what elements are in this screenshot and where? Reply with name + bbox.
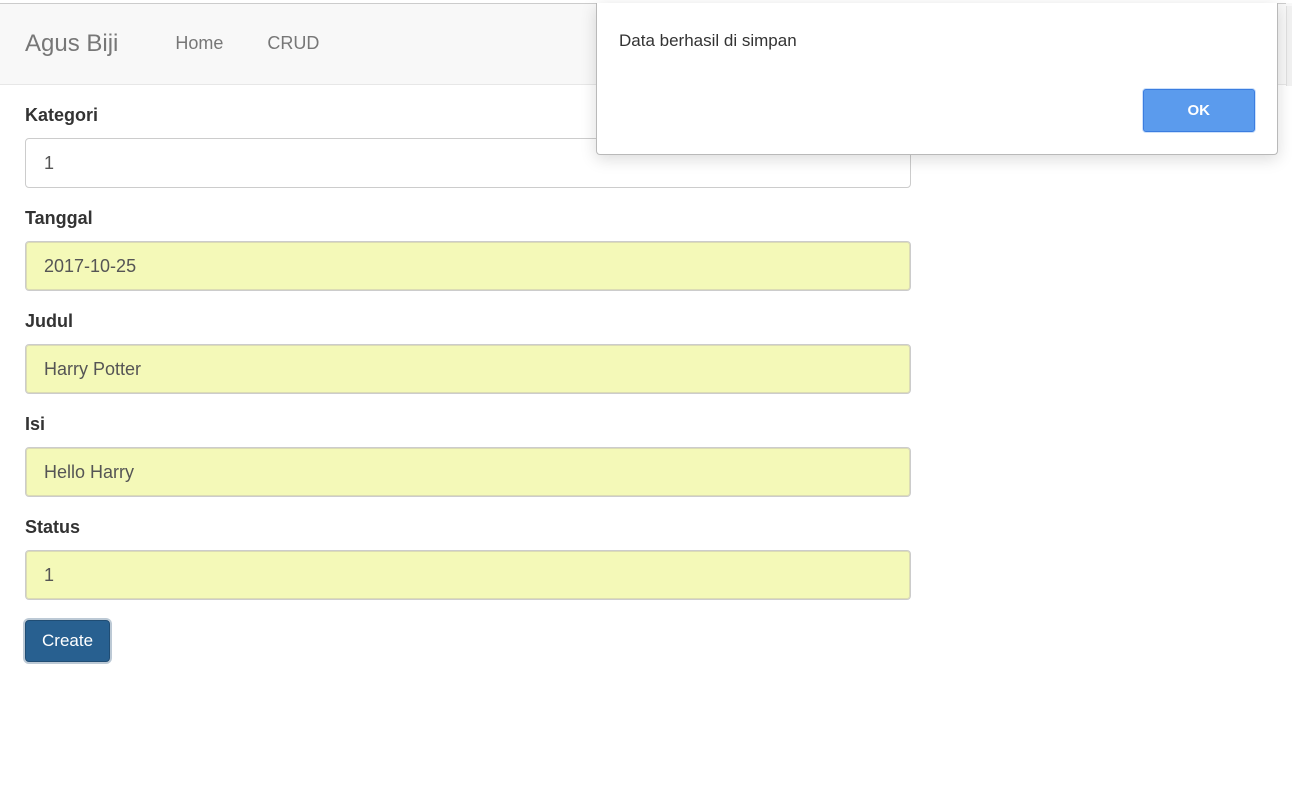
- form-group-status: Status: [25, 517, 915, 600]
- label-judul: Judul: [25, 311, 915, 332]
- create-button[interactable]: Create: [25, 620, 110, 662]
- nav-list: Home CRUD: [153, 18, 341, 69]
- alert-actions: OK: [619, 89, 1255, 132]
- label-isi: Isi: [25, 414, 915, 435]
- input-status[interactable]: [25, 550, 911, 600]
- form-group-isi: Isi: [25, 414, 915, 497]
- form-container: Kategori Tanggal Judul Isi Status Create: [0, 85, 940, 682]
- scrollbar-gutter: [1286, 6, 1292, 86]
- form-group-judul: Judul: [25, 311, 915, 394]
- nav-item-home: Home: [153, 18, 245, 69]
- form-group-tanggal: Tanggal: [25, 208, 915, 291]
- alert-ok-button[interactable]: OK: [1143, 89, 1256, 132]
- nav-link-home[interactable]: Home: [153, 18, 245, 69]
- alert-message: Data berhasil di simpan: [619, 31, 1255, 51]
- alert-dialog: localhost says: Data berhasil di simpan …: [596, 3, 1278, 155]
- label-tanggal: Tanggal: [25, 208, 915, 229]
- label-status: Status: [25, 517, 915, 538]
- nav-item-crud: CRUD: [245, 18, 341, 69]
- brand-link[interactable]: Agus Biji: [15, 15, 133, 73]
- input-judul[interactable]: [25, 344, 911, 394]
- alert-title: localhost says:: [619, 0, 1255, 1]
- input-tanggal[interactable]: [25, 241, 911, 291]
- nav-link-crud[interactable]: CRUD: [245, 18, 341, 69]
- input-isi[interactable]: [25, 447, 911, 497]
